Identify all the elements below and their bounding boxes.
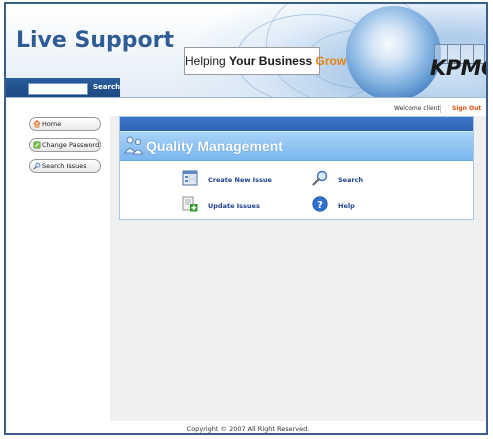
- globe-graphic: [346, 6, 441, 97]
- footer-copyright: Copyright © 2007 All Right Reserved.: [186, 425, 310, 433]
- divider: [440, 105, 441, 113]
- welcome-text: Welcome client: [394, 105, 440, 112]
- search-icon: [33, 162, 41, 170]
- sidebar-item-label: Home: [42, 120, 62, 128]
- add-document-icon[interactable]: [182, 196, 198, 212]
- page-frame: Live Support Helping Your Business Grow …: [4, 2, 488, 435]
- create-new-issue-link[interactable]: Create New Issue: [208, 176, 272, 184]
- sidebar-item-search-issues[interactable]: Search Issues: [29, 159, 101, 173]
- quality-management-panel: Quality Management Create New Issue Sear…: [119, 116, 474, 220]
- sidebar-item-label: Search Issues: [42, 162, 87, 170]
- search-link[interactable]: Search: [338, 176, 363, 184]
- home-icon: [33, 120, 41, 128]
- help-icon[interactable]: ?: [312, 196, 328, 212]
- header-banner: Live Support Helping Your Business Grow …: [6, 4, 486, 98]
- tagline-part3: Grow: [315, 54, 347, 68]
- search-input[interactable]: [28, 83, 88, 95]
- help-link[interactable]: Help: [338, 202, 355, 210]
- panel-title: Quality Management: [146, 138, 283, 154]
- panel-top-bar: [120, 117, 473, 131]
- search-button[interactable]: Search: [93, 83, 120, 91]
- svg-text:?: ?: [317, 200, 323, 211]
- tagline-box: Helping Your Business Grow: [184, 47, 346, 75]
- form-icon[interactable]: [182, 170, 198, 186]
- tagline-part2: Your Business: [229, 54, 316, 68]
- sidebar-item-change-password[interactable]: Change Password: [29, 138, 101, 152]
- sidebar-item-label: Change Password: [42, 141, 100, 149]
- tagline-part1: Helping: [185, 54, 230, 68]
- sign-out-link[interactable]: Sign Out: [452, 105, 481, 112]
- site-logo: Live Support: [16, 28, 174, 53]
- brand-logo: KPMG: [430, 56, 486, 80]
- update-issues-link[interactable]: Update Issues: [208, 202, 260, 210]
- people-icon: [124, 136, 144, 155]
- sidebar-item-home[interactable]: Home: [29, 117, 101, 131]
- magnifier-icon[interactable]: [312, 170, 328, 186]
- key-icon: [33, 141, 41, 149]
